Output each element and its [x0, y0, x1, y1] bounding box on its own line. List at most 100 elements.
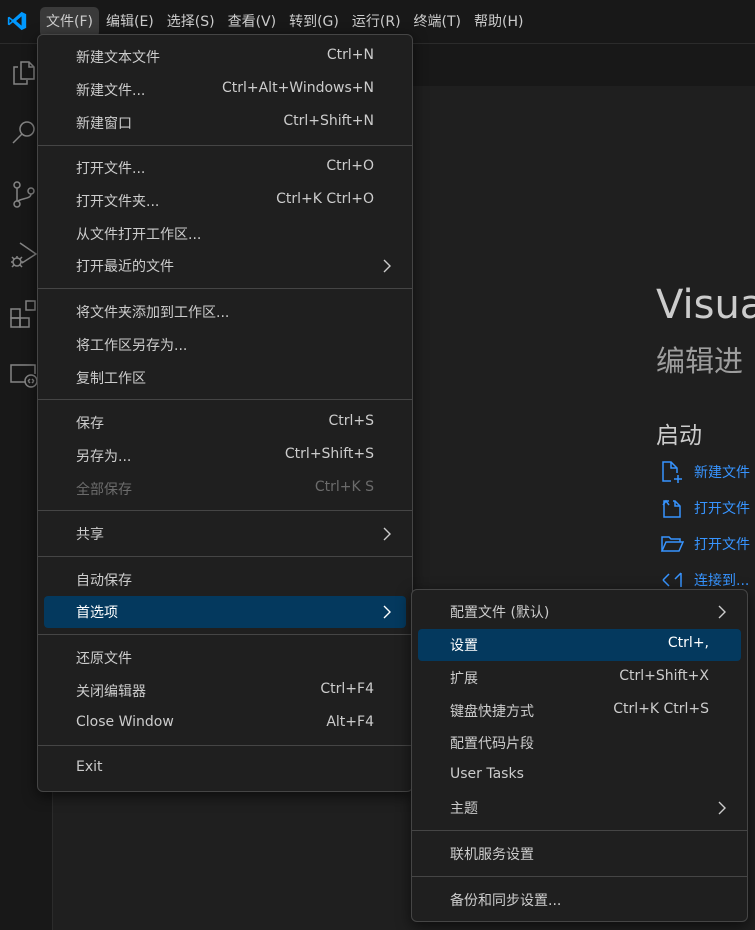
menu-item-label: 打开最近的文件 [76, 259, 174, 275]
menu-item-new-text-file[interactable]: 新建文本文件 Ctrl+N [44, 41, 406, 73]
menu-item-shortcut: Ctrl+F4 [320, 681, 374, 697]
menu-item-save-as[interactable]: 另存为... Ctrl+Shift+S [44, 440, 406, 472]
menu-item-shortcut: Ctrl+K S [314, 479, 374, 495]
chevron-right-icon [383, 527, 391, 541]
menu-separator [38, 556, 412, 557]
menu-item-open-folder[interactable]: 打开文件夹... Ctrl+K Ctrl+O [44, 185, 406, 217]
menu-item-label: 从文件打开工作区... [76, 227, 202, 243]
menu-item-label: 新建文件... [76, 83, 146, 99]
menu-item-label: 配置文件 (默认) [450, 605, 550, 621]
run-debug-icon[interactable] [8, 238, 40, 270]
menu-item-save-all: 全部保存 Ctrl+K S [44, 473, 406, 505]
menu-item-add-folder-to-workspace[interactable]: 将文件夹添加到工作区... [44, 296, 406, 328]
menu-item-shortcut: Ctrl+Shift+X [619, 668, 709, 684]
menu-item-label: 共享 [76, 527, 104, 543]
menu-item-label: 新建文本文件 [76, 50, 160, 66]
menu-item-label: 将文件夹添加到工作区... [76, 305, 230, 321]
menu-item-close-editor[interactable]: 关闭编辑器 Ctrl+F4 [44, 675, 406, 707]
menu-separator [412, 830, 747, 831]
start-heading: 启动 [656, 423, 702, 449]
menu-item-label: 打开文件... [76, 161, 146, 177]
menu-item-label: 保存 [76, 416, 104, 432]
chevron-right-icon [718, 605, 726, 619]
menu-item-save-workspace-as[interactable]: 将工作区另存为... [44, 329, 406, 361]
start-link-open-folder[interactable]: 打开文件 [660, 532, 750, 556]
menu-item-label: 设置 [450, 638, 478, 654]
start-link-label: 打开文件 [694, 501, 750, 517]
menu-item-save[interactable]: 保存 Ctrl+S [44, 407, 406, 439]
menu-separator [38, 510, 412, 511]
menu-separator [38, 145, 412, 146]
menu-item-preferences[interactable]: 首选项 [44, 596, 406, 628]
start-link-new-file[interactable]: 新建文件 [660, 460, 750, 484]
menu-item-keyboard-shortcuts[interactable]: 键盘快捷方式 Ctrl+K Ctrl+S [418, 695, 741, 727]
menu-selection[interactable]: 选择(S) [161, 7, 221, 37]
source-control-icon[interactable] [8, 178, 40, 210]
menu-item-label: 首选项 [76, 605, 118, 621]
chevron-right-icon [383, 605, 391, 619]
menu-item-label: 扩展 [450, 671, 478, 687]
menu-item-label: 联机服务设置 [450, 847, 534, 863]
menu-item-auto-save[interactable]: 自动保存 [44, 564, 406, 596]
menu-edit[interactable]: 编辑(E) [100, 7, 160, 37]
menu-item-shortcut: Ctrl+S [328, 413, 374, 429]
menu-item-label: 复制工作区 [76, 371, 146, 387]
menu-item-extensions[interactable]: 扩展 Ctrl+Shift+X [418, 662, 741, 694]
menu-item-shortcut: Ctrl+Shift+N [283, 113, 374, 129]
menu-item-duplicate-workspace[interactable]: 复制工作区 [44, 362, 406, 394]
menu-item-shortcut: Alt+F4 [326, 714, 374, 730]
menu-item-close-window[interactable]: Close Window Alt+F4 [44, 708, 406, 740]
menu-item-profiles[interactable]: 配置文件 (默认) [418, 596, 741, 628]
menu-item-shortcut: Ctrl+Shift+S [284, 446, 374, 462]
menu-item-open-workspace[interactable]: 从文件打开工作区... [44, 218, 406, 250]
start-link-open-file[interactable]: 打开文件 [660, 496, 750, 520]
menu-item-open-file[interactable]: 打开文件... Ctrl+O [44, 152, 406, 184]
menu-item-label: 关闭编辑器 [76, 684, 146, 700]
menu-item-revert-file[interactable]: 还原文件 [44, 642, 406, 674]
menu-item-label: 键盘快捷方式 [450, 704, 534, 720]
menu-item-label: 主题 [450, 801, 478, 817]
menu-terminal[interactable]: 终端(T) [408, 7, 467, 37]
menu-item-snippets[interactable]: 配置代码片段 [418, 727, 741, 759]
menu-item-label: 自动保存 [76, 573, 132, 589]
menu-item-label: 备份和同步设置... [450, 893, 562, 909]
menu-file[interactable]: 文件(F) [40, 7, 99, 37]
menu-item-new-window[interactable]: 新建窗口 Ctrl+Shift+N [44, 107, 406, 139]
menu-item-share[interactable]: 共享 [44, 518, 406, 550]
menu-separator [412, 876, 747, 877]
menu-item-shortcut: Ctrl+K Ctrl+S [613, 701, 709, 717]
menu-item-backup-sync[interactable]: 备份和同步设置... [418, 884, 741, 916]
vscode-logo-icon[interactable] [6, 10, 28, 32]
menu-item-shortcut: Ctrl+, [667, 635, 709, 651]
menu-item-label: 配置代码片段 [450, 736, 534, 752]
menu-item-themes[interactable]: 主题 [418, 792, 741, 824]
menu-view[interactable]: 查看(V) [222, 7, 283, 37]
menu-item-shortcut: Ctrl+K Ctrl+O [276, 191, 374, 207]
menu-item-new-file[interactable]: 新建文件... Ctrl+Alt+Windows+N [44, 74, 406, 106]
welcome-title: Visua [656, 282, 755, 328]
extensions-icon[interactable] [8, 298, 40, 330]
start-link-label: 连接到... [694, 573, 750, 589]
start-link-label: 新建文件 [694, 465, 750, 481]
menu-item-label: 还原文件 [76, 651, 132, 667]
menu-item-online-services[interactable]: 联机服务设置 [418, 838, 741, 870]
open-file-icon [662, 499, 681, 518]
menu-item-exit[interactable]: Exit [44, 753, 406, 785]
menu-help[interactable]: 帮助(H) [468, 7, 529, 37]
menu-item-open-recent[interactable]: 打开最近的文件 [44, 250, 406, 282]
menu-go[interactable]: 转到(G) [283, 7, 345, 37]
preferences-submenu: 配置文件 (默认) 设置 Ctrl+, 扩展 Ctrl+Shift+X 键盘快捷… [411, 589, 748, 922]
search-icon[interactable] [8, 116, 40, 148]
menu-separator [38, 399, 412, 400]
remote-explorer-icon[interactable] [8, 358, 40, 390]
menu-item-label: User Tasks [450, 766, 524, 782]
open-folder-icon [660, 536, 684, 552]
menu-item-settings[interactable]: 设置 Ctrl+, [418, 629, 741, 661]
menu-item-label: 打开文件夹... [76, 194, 160, 210]
menu-item-label: 全部保存 [76, 482, 132, 498]
menu-run[interactable]: 运行(R) [346, 7, 407, 37]
menu-item-label: 新建窗口 [76, 116, 132, 132]
explorer-icon[interactable] [8, 56, 40, 88]
menu-item-user-tasks[interactable]: User Tasks [418, 760, 741, 792]
menu-item-label: 将工作区另存为... [76, 338, 188, 354]
